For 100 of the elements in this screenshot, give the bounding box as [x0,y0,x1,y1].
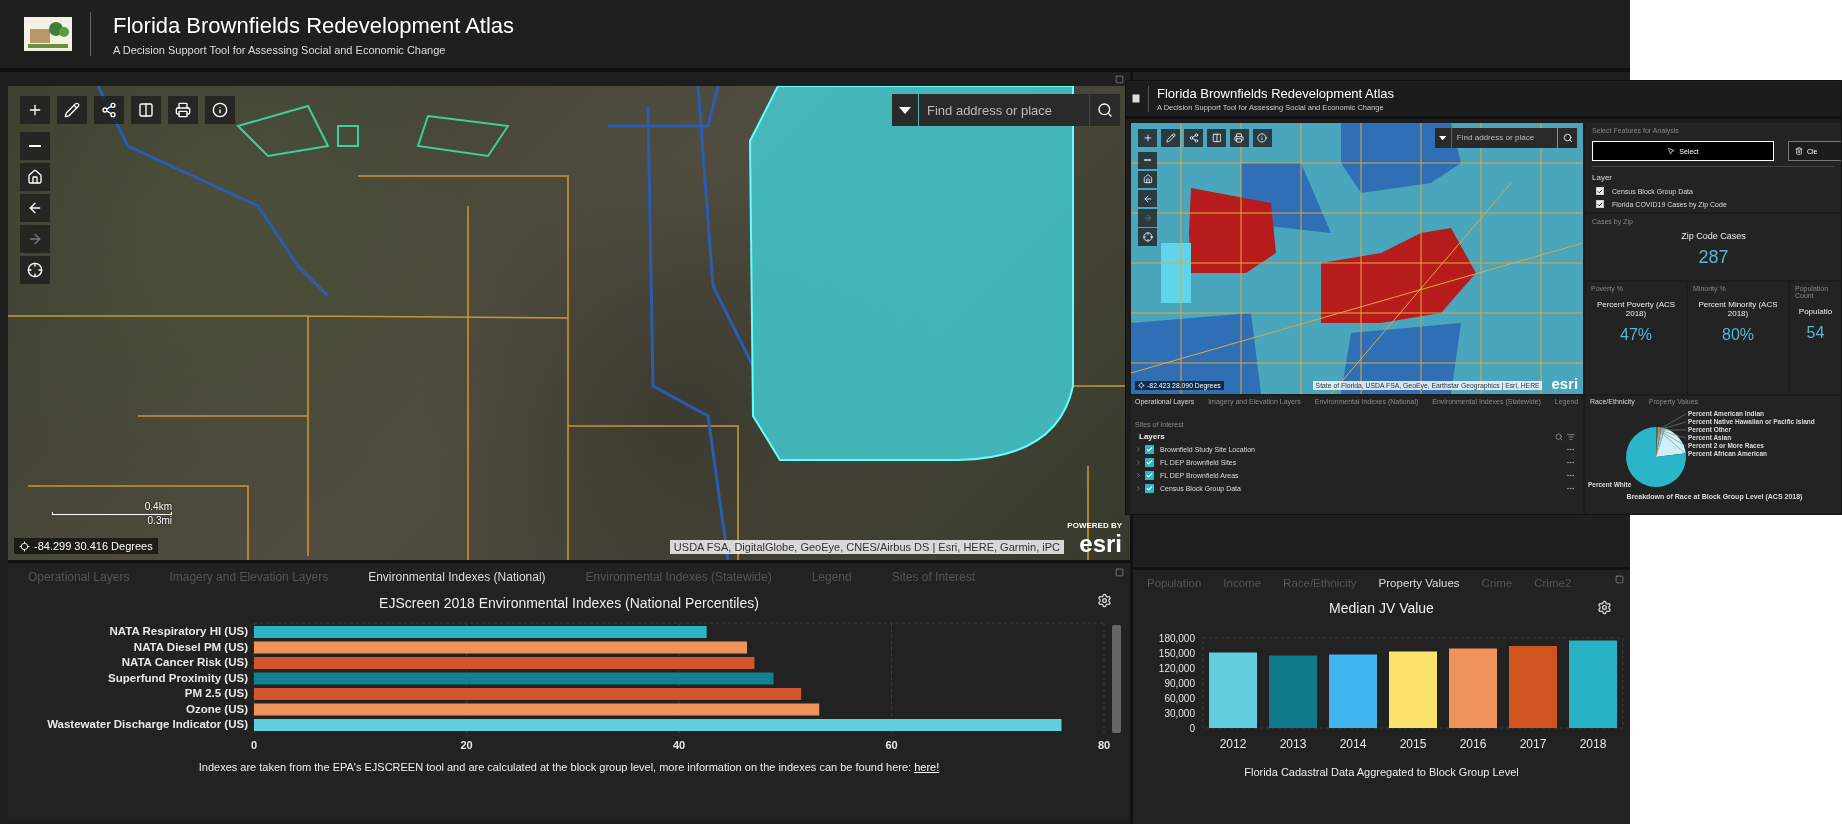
tick-label: 180,000 [1158,632,1195,644]
stat-value: 287 [1697,247,1730,268]
columns-icon [138,102,154,118]
layers-title: Layers [1139,432,1165,441]
zoom-in-icon [1142,132,1153,143]
image-icon [1132,94,1140,103]
category-label: PM 2.5 (US) [184,687,248,699]
maximize-icon[interactable] [1115,568,1124,577]
category-label: 2014 [1339,737,1366,751]
tick-label: 90,000 [1163,677,1195,689]
nodes-icon [1188,132,1199,143]
stat-title: Zip Code Cases [1680,231,1747,241]
info-icon [1257,132,1268,143]
info-icon [212,102,228,118]
panel-tab[interactable]: Property Values [1378,576,1460,590]
map-tool-button[interactable] [94,96,124,124]
scale-label: 0.4km [144,501,172,512]
tick-label: 20 [460,739,473,751]
layer-checkbox[interactable] [1145,458,1154,467]
filter-icon[interactable] [1567,432,1575,441]
app-title: Florida Brownfields Redevelopment Atlas [1157,85,1394,101]
zoom-out-icon [1144,159,1152,162]
back-arrow-icon [1142,193,1153,204]
search-button[interactable] [1558,127,1577,148]
category-label: NATA Diesel PM (US) [133,640,248,653]
search-button[interactable] [1090,94,1120,126]
map-nav-button[interactable] [20,256,50,284]
tick-label: 80 [1097,739,1111,751]
category-label: Wastewater Discharge Indicator (US) [47,718,248,730]
map-nav-button[interactable] [1138,170,1158,189]
checkbox[interactable] [1596,200,1604,208]
search-source-dropdown[interactable] [892,94,918,126]
map-tool-button[interactable] [168,96,198,124]
maximize-icon[interactable] [1615,575,1624,584]
nodes-icon [101,102,117,118]
category-label: 2016 [1459,737,1486,751]
locate-icon [27,262,43,278]
map-tool-button[interactable] [20,96,50,124]
caret-icon [1439,135,1447,141]
here-link[interactable]: here! [914,761,940,773]
app-title: Florida Brownfields Redevelopment Atlas [113,12,515,39]
pencil-icon [64,102,80,118]
checkbox[interactable] [1596,187,1604,195]
forward-arrow-icon [27,231,43,247]
card-title: Percent Poverty (ACS 2018) [1595,300,1677,319]
zoom-in-icon [27,102,43,118]
trash-icon [1795,147,1803,155]
stat-value: 54 [1805,324,1826,343]
map-tool-button[interactable] [57,96,87,124]
map-nav-button[interactable] [20,194,50,222]
map-tool-button[interactable] [1207,129,1226,147]
caret-icon [899,106,911,114]
scale-label: 0.3mi [147,515,172,526]
layer-heading: Layer [1592,166,1835,182]
search-icon[interactable] [1555,432,1563,441]
tick-label: 30,000 [1163,707,1195,719]
tick-label: 120,000 [1158,662,1195,674]
stat-value: 47% [1619,326,1653,345]
settings-icon[interactable] [1597,600,1612,615]
layer-checkbox[interactable] [1145,471,1154,480]
app-subtitle: A Decision Support Tool for Assessing Social and Economic Change [113,43,447,56]
chart-title: Median JV Value [1328,600,1435,616]
tick-label: 0 [250,739,258,751]
coordinate-text: -84.299 30.416 Degrees [34,540,153,552]
search-field[interactable]: Find address or place [919,94,1089,126]
maximize-icon[interactable] [1115,74,1124,84]
tick-label: 0 [1188,722,1195,734]
pencil-icon [1165,132,1176,143]
search-field[interactable]: Find address or place [1451,127,1558,148]
chart-caption: Florida Cadastral Data Aggregated to Block Group Level [1243,766,1520,778]
columns-icon [1211,132,1222,143]
map-tool-button[interactable] [131,96,161,124]
tick-label: 150,000 [1158,647,1195,659]
map-nav-button[interactable] [20,132,50,160]
card-title: Percent Minority (ACS 2018) [1697,300,1779,319]
map-tool-button[interactable] [205,96,235,124]
category-label: Superfund Proximity (US) [108,671,248,684]
category-label: 2012 [1219,737,1246,751]
tick-label: 60,000 [1163,692,1195,704]
card-title: Populatio [1797,307,1834,317]
layer-checkbox[interactable] [1145,445,1154,454]
settings-icon[interactable] [1097,593,1112,608]
search-icon [1097,102,1113,118]
category-label: NATA Cancer Risk (US) [121,656,248,668]
category-label: Ozone (US) [186,702,248,715]
layer-checkbox[interactable] [1145,484,1154,493]
chart-title: EJScreen 2018 Environmental Indexes (National Percentiles) [378,595,760,611]
map-tool-button[interactable] [1230,129,1249,147]
panel-tab[interactable]: Environmental Indexes (National) [368,569,546,585]
scrollbar[interactable] [1112,625,1121,733]
cursor-icon [1667,147,1676,155]
category-label: 2018 [1579,737,1606,751]
map-tool-button[interactable] [1184,129,1203,147]
map-attribution: USDA FSA, DigitalGlobe, GeoEye, CNES/Airbus DS | Esri, HERE, Garmin, iPC [669,540,1064,554]
locate-icon [1137,382,1145,389]
home-icon [27,169,43,185]
category-label: 2015 [1399,737,1426,751]
stat-value: 80% [1721,326,1755,345]
map-nav-button[interactable] [20,163,50,191]
category-label: NATA Respiratory HI (US) [109,625,248,637]
